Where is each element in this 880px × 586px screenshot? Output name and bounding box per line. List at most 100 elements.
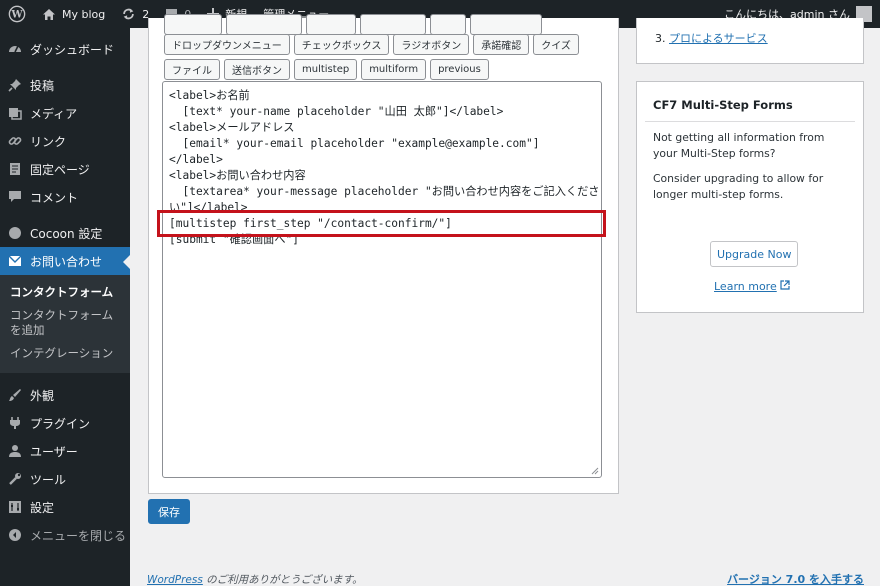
page-icon — [8, 162, 22, 176]
get-version-link[interactable]: バージョン 7.0 を入手する — [727, 571, 864, 586]
tag-button[interactable] — [360, 14, 426, 35]
sidebar-item-label: 投稿 — [30, 78, 55, 93]
updates-icon — [121, 7, 136, 21]
tag-button[interactable] — [430, 14, 466, 35]
wordpress-logo-icon[interactable]: W — [0, 0, 34, 28]
sidebar-item-media[interactable]: メディア — [0, 99, 130, 127]
sidebar-item-label: 設定 — [30, 500, 55, 515]
sidebar-item-label: ユーザー — [30, 444, 78, 459]
sidebar-item-plugins[interactable]: プラグイン — [0, 409, 130, 437]
brush-icon — [8, 388, 22, 402]
previous-tag-button[interactable]: previous — [430, 59, 489, 80]
multiform-tag-button[interactable]: multiform — [361, 59, 427, 80]
code-line: い"]</label> — [169, 201, 248, 214]
home-icon — [42, 8, 56, 21]
dropdown-tag-button[interactable]: ドロップダウンメニュー — [164, 34, 290, 55]
code-line: <label>メールアドレス — [169, 121, 295, 134]
user-icon — [8, 444, 22, 458]
tag-generator-row-3: ファイル 送信ボタン multistep multiform previous — [164, 59, 489, 80]
save-button[interactable]: 保存 — [148, 499, 190, 524]
list-number: 3. — [655, 32, 669, 45]
acceptance-tag-button[interactable]: 承諾確認 — [473, 34, 530, 55]
tag-generator-row-2: ドロップダウンメニュー チェックボックス ラジオボタン 承諾確認 クイズ — [164, 34, 579, 55]
sidebar-item-label: Cocoon 設定 — [30, 226, 103, 241]
sidebar-item-label: メニューを閉じる — [30, 528, 127, 543]
multistep-tag-button[interactable]: multistep — [294, 59, 358, 80]
box-text: Not getting all information from your Mu… — [653, 131, 825, 160]
sidebar-item-label: 固定ページ — [30, 162, 90, 177]
submenu-integration[interactable]: インテグレーション — [0, 342, 130, 365]
settings-icon — [8, 500, 22, 514]
sidebar-item-settings[interactable]: 設定 — [0, 493, 130, 521]
tag-button[interactable] — [164, 14, 222, 35]
collapse-menu-button[interactable]: メニューを閉じる — [0, 521, 130, 549]
quiz-tag-button[interactable]: クイズ — [533, 34, 579, 55]
sidebar-item-label: お問い合わせ — [30, 254, 103, 269]
wrench-icon — [8, 472, 22, 486]
submit-tag-button[interactable]: 送信ボタン — [224, 59, 290, 80]
external-link-icon — [780, 280, 790, 293]
site-name: My blog — [62, 7, 106, 21]
resize-grip-icon[interactable] — [591, 467, 599, 475]
sidebar-item-label: メディア — [30, 106, 78, 121]
sidebar-item-label: プラグイン — [30, 416, 91, 431]
wordpress-link[interactable]: WordPress — [147, 574, 203, 586]
sidebar-item-posts[interactable]: 投稿 — [0, 71, 130, 99]
cf7-multistep-box: CF7 Multi-Step Forms Not getting all inf… — [636, 81, 864, 313]
form-template-textarea[interactable]: <label>お名前 [text* your-name placeholder … — [162, 81, 602, 478]
link-icon — [8, 134, 22, 148]
sidebar-item-users[interactable]: ユーザー — [0, 437, 130, 465]
tag-generator-row-1 — [164, 14, 542, 35]
code-line: [email* your-email placeholder "example@… — [169, 137, 540, 150]
plugin-icon — [8, 416, 22, 430]
mail-icon — [8, 254, 22, 268]
tag-button[interactable] — [226, 14, 302, 35]
comment-icon — [8, 190, 22, 204]
sidebar-item-dashboard[interactable]: ダッシュボード — [0, 35, 130, 63]
media-icon — [8, 106, 22, 120]
sidebar-item-appearance[interactable]: 外観 — [0, 381, 130, 409]
sidebar-item-label: 外観 — [30, 388, 55, 403]
tag-button[interactable] — [470, 14, 542, 35]
box-text: Consider upgrading to allow for longer m… — [653, 172, 824, 201]
code-line: [text* your-name placeholder "山田 太郎"]</l… — [169, 105, 504, 118]
code-line: <label>お名前 — [169, 89, 250, 102]
svg-text:W: W — [10, 10, 23, 21]
sidebar-item-contact[interactable]: お問い合わせ — [0, 247, 130, 275]
learn-more-link[interactable]: Learn more — [714, 280, 790, 293]
code-line: [textarea* your-message placeholder "お問い… — [169, 185, 600, 198]
tag-button[interactable] — [306, 14, 356, 35]
sidebar-item-label: コメント — [30, 190, 79, 205]
sidebar-item-pages[interactable]: 固定ページ — [0, 155, 130, 183]
code-line: [multistep first_step "/contact-confirm/… — [169, 217, 452, 230]
admin-sidebar: ダッシュボード 投稿 メディア リンク 固定ページ コメント Cocoon 設定… — [0, 28, 130, 586]
cocoon-icon — [8, 226, 22, 240]
sidebar-item-links[interactable]: リンク — [0, 127, 130, 155]
list-item: 3. プロによるサービス — [655, 30, 768, 46]
code-line: [submit "確認画面へ"] — [169, 233, 300, 246]
sidebar-item-label: ダッシュボード — [30, 42, 115, 57]
pro-services-link[interactable]: プロによるサービス — [669, 32, 768, 45]
submenu-add-contact-form[interactable]: コンタクトフォームを追加 — [0, 304, 130, 342]
sidebar-item-comments[interactable]: コメント — [0, 183, 130, 211]
checkbox-tag-button[interactable]: チェックボックス — [293, 34, 390, 55]
footer-thanks-text: のご利用ありがとうございます。 — [202, 574, 363, 586]
radio-tag-button[interactable]: ラジオボタン — [393, 34, 470, 55]
sidebar-item-label: ツール — [30, 472, 67, 487]
code-line: </label> — [169, 153, 223, 166]
site-name-link[interactable]: My blog — [34, 0, 113, 28]
learn-more-label: Learn more — [714, 280, 777, 293]
collapse-icon — [8, 528, 22, 542]
contact-submenu: コンタクトフォーム コンタクトフォームを追加 インテグレーション — [0, 275, 130, 373]
dashboard-icon — [8, 42, 22, 56]
submenu-contact-forms[interactable]: コンタクトフォーム — [0, 281, 130, 304]
sidebar-item-tools[interactable]: ツール — [0, 465, 130, 493]
sidebar-item-label: リンク — [30, 134, 67, 149]
box-title: CF7 Multi-Step Forms — [645, 82, 855, 122]
sidebar-item-cocoon[interactable]: Cocoon 設定 — [0, 219, 130, 247]
footer-thanks: WordPress のご利用ありがとうございます。 — [147, 572, 363, 586]
upgrade-now-button[interactable]: Upgrade Now — [710, 241, 799, 267]
code-line: <label>お問い合わせ内容 — [169, 169, 306, 182]
pin-icon — [8, 78, 22, 92]
file-tag-button[interactable]: ファイル — [164, 59, 220, 80]
